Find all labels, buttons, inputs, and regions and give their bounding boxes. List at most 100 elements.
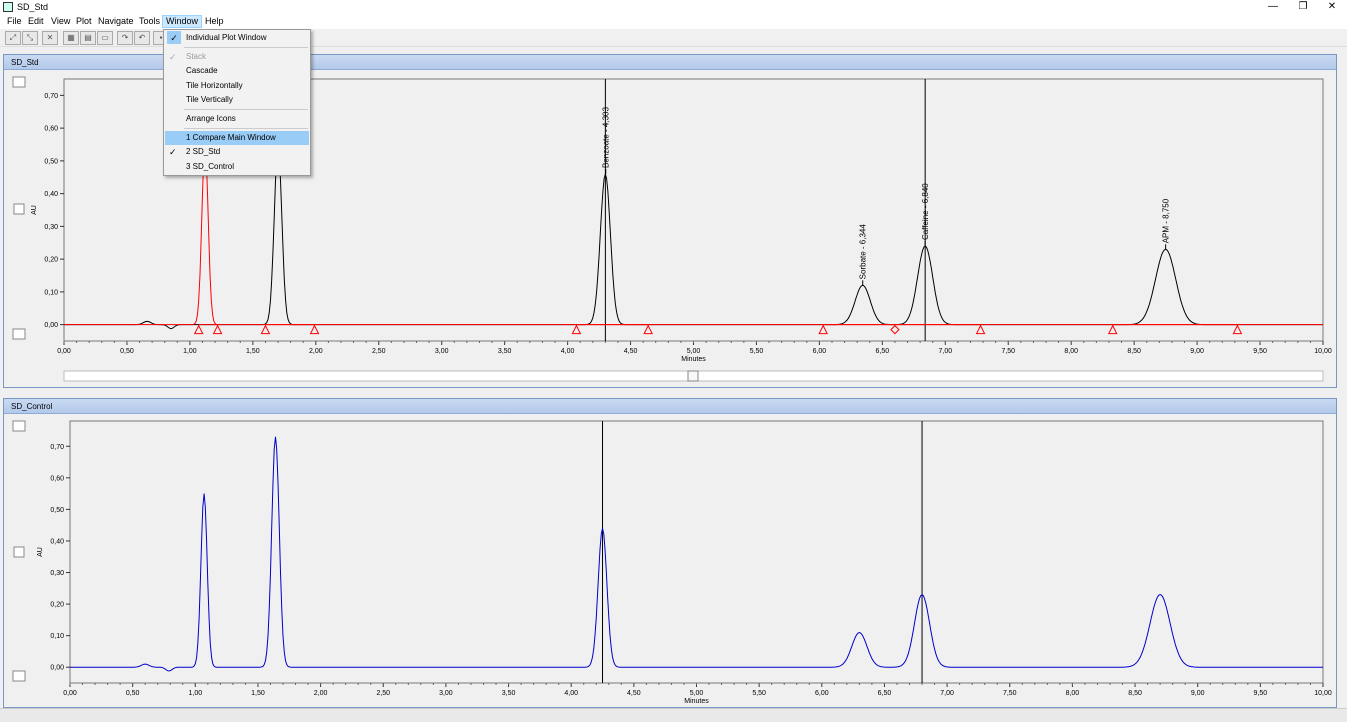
redo-icon[interactable]: ↷ xyxy=(117,31,133,45)
y-axis-label: AU xyxy=(31,205,38,215)
window-menu-dropdown: ✓ Individual Plot Window ✓ Stack Cascade… xyxy=(163,29,311,176)
menu-tile-vertically[interactable]: Tile Vertically xyxy=(165,93,309,107)
menu-label: Tile Vertically xyxy=(186,95,233,104)
x-tick-label: 1,00 xyxy=(183,348,197,355)
menu-individual-plot-window[interactable]: ✓ Individual Plot Window xyxy=(165,31,309,45)
scroll-down-icon xyxy=(12,328,26,340)
x-tick-label: 6,00 xyxy=(813,348,827,355)
panel-title: SD_Control xyxy=(4,399,1336,414)
menu-plot[interactable]: Plot xyxy=(73,15,95,28)
menu-label: Stack xyxy=(186,52,207,61)
menu-view[interactable]: View xyxy=(48,15,73,28)
app-icon xyxy=(3,2,13,12)
menu-window-2[interactable]: ✓ 2 SD_Std xyxy=(165,145,309,159)
x-tick-label: 7,00 xyxy=(938,348,952,355)
menu-separator xyxy=(184,109,308,110)
x-tick-label: 2,50 xyxy=(376,690,390,697)
annotate-icon[interactable]: ▭ xyxy=(97,31,113,45)
menu-cascade[interactable]: Cascade xyxy=(165,64,309,78)
x-tick-label: 4,00 xyxy=(564,690,578,697)
peak-label: Caffeine - 6,840 xyxy=(921,183,930,240)
x-axis-label: Minutes xyxy=(684,698,709,705)
menu-label: Cascade xyxy=(186,66,218,75)
check-icon: ✓ xyxy=(167,31,181,44)
menu-label: Individual Plot Window xyxy=(186,33,267,42)
y-tick-label: 0,20 xyxy=(50,602,64,609)
zoom-out-icon[interactable]: ⤡ xyxy=(22,31,38,45)
x-tick-label: 7,50 xyxy=(1001,348,1015,355)
peak-label: Benzoate - 4,303 xyxy=(602,106,611,167)
y-tick-label: 0,40 xyxy=(50,538,64,545)
menu-edit[interactable]: Edit xyxy=(25,15,47,28)
zoom-in-icon[interactable]: ⤢ xyxy=(5,31,21,45)
x-axis-label: Minutes xyxy=(681,356,706,363)
x-tick-label: 0,50 xyxy=(126,690,140,697)
plot-area xyxy=(69,420,1324,684)
menu-window[interactable]: Window xyxy=(162,15,203,28)
menu-label: 3 SD_Control xyxy=(186,162,235,171)
y-tick-label: 0,10 xyxy=(50,633,64,640)
peak-label: APM - 8,750 xyxy=(1162,198,1171,243)
menu-arrange-icons[interactable]: Arrange Icons xyxy=(165,112,309,126)
x-tick-label: 9,50 xyxy=(1254,690,1268,697)
x-tick-label: 8,50 xyxy=(1128,690,1142,697)
x-tick-label: 5,50 xyxy=(750,348,764,355)
menu-stack: ✓ Stack xyxy=(165,50,309,64)
scroll-up-icon xyxy=(12,76,26,88)
horizontal-scrollbar[interactable] xyxy=(0,708,1347,722)
x-tick-label: 5,00 xyxy=(690,690,704,697)
y-tick-label: 0,40 xyxy=(44,191,58,198)
x-tick-label: 2,50 xyxy=(372,348,386,355)
menu-help[interactable]: Help xyxy=(202,15,227,28)
x-tick-label: 0,00 xyxy=(63,690,77,697)
x-tick-label: 3,50 xyxy=(502,690,516,697)
check-icon: ✓ xyxy=(169,52,177,62)
x-tick-label: 5,50 xyxy=(752,690,766,697)
y-tick-label: 0,60 xyxy=(44,126,58,133)
y-tick-label: 0,30 xyxy=(44,224,58,231)
x-tick-label: 8,00 xyxy=(1066,690,1080,697)
menu-label: Tile Horizontally xyxy=(186,81,243,90)
y-tick-label: 0,70 xyxy=(44,93,58,100)
menu-file[interactable]: File xyxy=(4,15,25,28)
restore-button[interactable]: ❐ xyxy=(1289,0,1317,14)
menu-tile-horizontally[interactable]: Tile Horizontally xyxy=(165,79,309,93)
x-tick-label: 8,50 xyxy=(1127,348,1141,355)
menu-separator xyxy=(184,128,308,129)
menu-window-3[interactable]: 3 SD_Control xyxy=(165,160,309,174)
x-tick-label: 0,00 xyxy=(57,348,71,355)
chart-sd-control[interactable]: 0,00 0,10 0,20 0,30 0,40 0,50 0,60 0,70 0,00 0,50… xyxy=(4,415,1336,707)
x-tick-label: 9,00 xyxy=(1190,348,1204,355)
x-tick-label: 5,00 xyxy=(687,348,701,355)
y-tick-label: 0,00 xyxy=(50,665,64,672)
y-tick-label: 0,70 xyxy=(50,444,64,451)
y-tick-label: 0,10 xyxy=(44,289,58,296)
menu-bar: File Edit View Plot Navigate Tools Windo… xyxy=(0,14,1347,29)
x-tick-label: 6,50 xyxy=(876,348,890,355)
scroll-down-icon xyxy=(12,670,26,682)
x-tick-label: 10,00 xyxy=(1314,690,1332,697)
overlay-icon[interactable]: ▦ xyxy=(63,31,79,45)
delete-icon[interactable]: ✕ xyxy=(42,31,58,45)
menu-window-1[interactable]: 1 Compare Main Window xyxy=(165,131,309,145)
y-tick-label: 0,50 xyxy=(44,158,58,165)
vertical-scroll-thumb xyxy=(13,203,25,215)
x-tick-label: 9,50 xyxy=(1253,348,1267,355)
stack-icon[interactable]: ▤ xyxy=(80,31,96,45)
x-tick-label: 4,00 xyxy=(561,348,575,355)
x-tick-label: 10,00 xyxy=(1314,348,1332,355)
y-tick-label: 0,60 xyxy=(50,475,64,482)
y-tick-label: 0,50 xyxy=(50,507,64,514)
x-tick-label: 3,00 xyxy=(439,690,453,697)
undo-icon[interactable]: ↶ xyxy=(134,31,150,45)
x-tick-label: 4,50 xyxy=(624,348,638,355)
y-tick-label: 0,20 xyxy=(44,257,58,264)
minimize-button[interactable]: — xyxy=(1259,0,1287,14)
menu-navigate[interactable]: Navigate xyxy=(95,15,137,28)
close-button[interactable]: ✕ xyxy=(1318,0,1346,14)
menu-tools[interactable]: Tools xyxy=(136,15,163,28)
title-bar: SD_Std — ❐ ✕ xyxy=(0,0,1347,14)
check-icon: ✓ xyxy=(169,147,177,157)
y-tick-label: 0,30 xyxy=(50,570,64,577)
menu-label: 1 Compare Main Window xyxy=(186,133,276,142)
